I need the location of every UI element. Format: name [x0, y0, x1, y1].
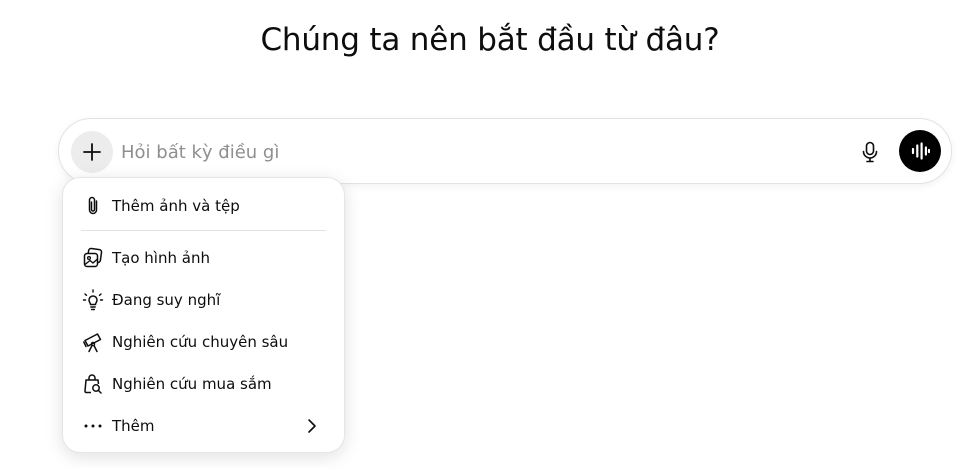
shopping-bag-search-icon: [81, 372, 105, 396]
page-title: Chúng ta nên bắt đầu từ đâu?: [260, 22, 720, 58]
menu-item-add-photos-files[interactable]: Thêm ảnh và tệp: [71, 188, 336, 224]
menu-item-create-image[interactable]: Tạo hình ảnh: [71, 240, 336, 276]
menu-item-deep-research[interactable]: Nghiên cứu chuyên sâu: [71, 324, 336, 360]
prompt-composer[interactable]: [58, 118, 952, 184]
menu-item-thinking[interactable]: Đang suy nghĩ: [71, 282, 336, 318]
more-dots-icon: [81, 414, 105, 438]
plus-icon: [83, 143, 101, 161]
paperclip-icon: [81, 194, 105, 218]
add-attachment-button[interactable]: [71, 131, 113, 173]
attachment-menu: Thêm ảnh và tệp Tạo hình ảnh Đang suy ng…: [62, 177, 345, 453]
microphone-icon: [862, 141, 878, 163]
chat-home: Chúng ta nên bắt đầu từ đâu? Hỏi bất kỳ …: [0, 0, 980, 468]
menu-item-label: Nghiên cứu mua sắm: [112, 375, 272, 393]
telescope-icon: [81, 330, 105, 354]
dictation-button[interactable]: [857, 139, 883, 165]
menu-item-shopping-research[interactable]: Nghiên cứu mua sắm: [71, 366, 336, 402]
image-create-icon: [81, 246, 105, 270]
menu-item-more[interactable]: Thêm: [71, 408, 336, 444]
menu-item-label: Đang suy nghĩ: [112, 291, 221, 309]
prompt-input[interactable]: [121, 139, 841, 165]
menu-item-label: Nghiên cứu chuyên sâu: [112, 333, 289, 351]
chevron-right-icon: [302, 416, 322, 436]
menu-divider: [81, 230, 326, 231]
menu-item-label: Thêm: [112, 417, 155, 435]
menu-item-label: Tạo hình ảnh: [112, 249, 210, 267]
lightbulb-icon: [81, 288, 105, 312]
menu-item-label: Thêm ảnh và tệp: [112, 197, 240, 215]
voice-waveform-icon: [911, 142, 930, 160]
voice-mode-button[interactable]: [899, 130, 941, 172]
